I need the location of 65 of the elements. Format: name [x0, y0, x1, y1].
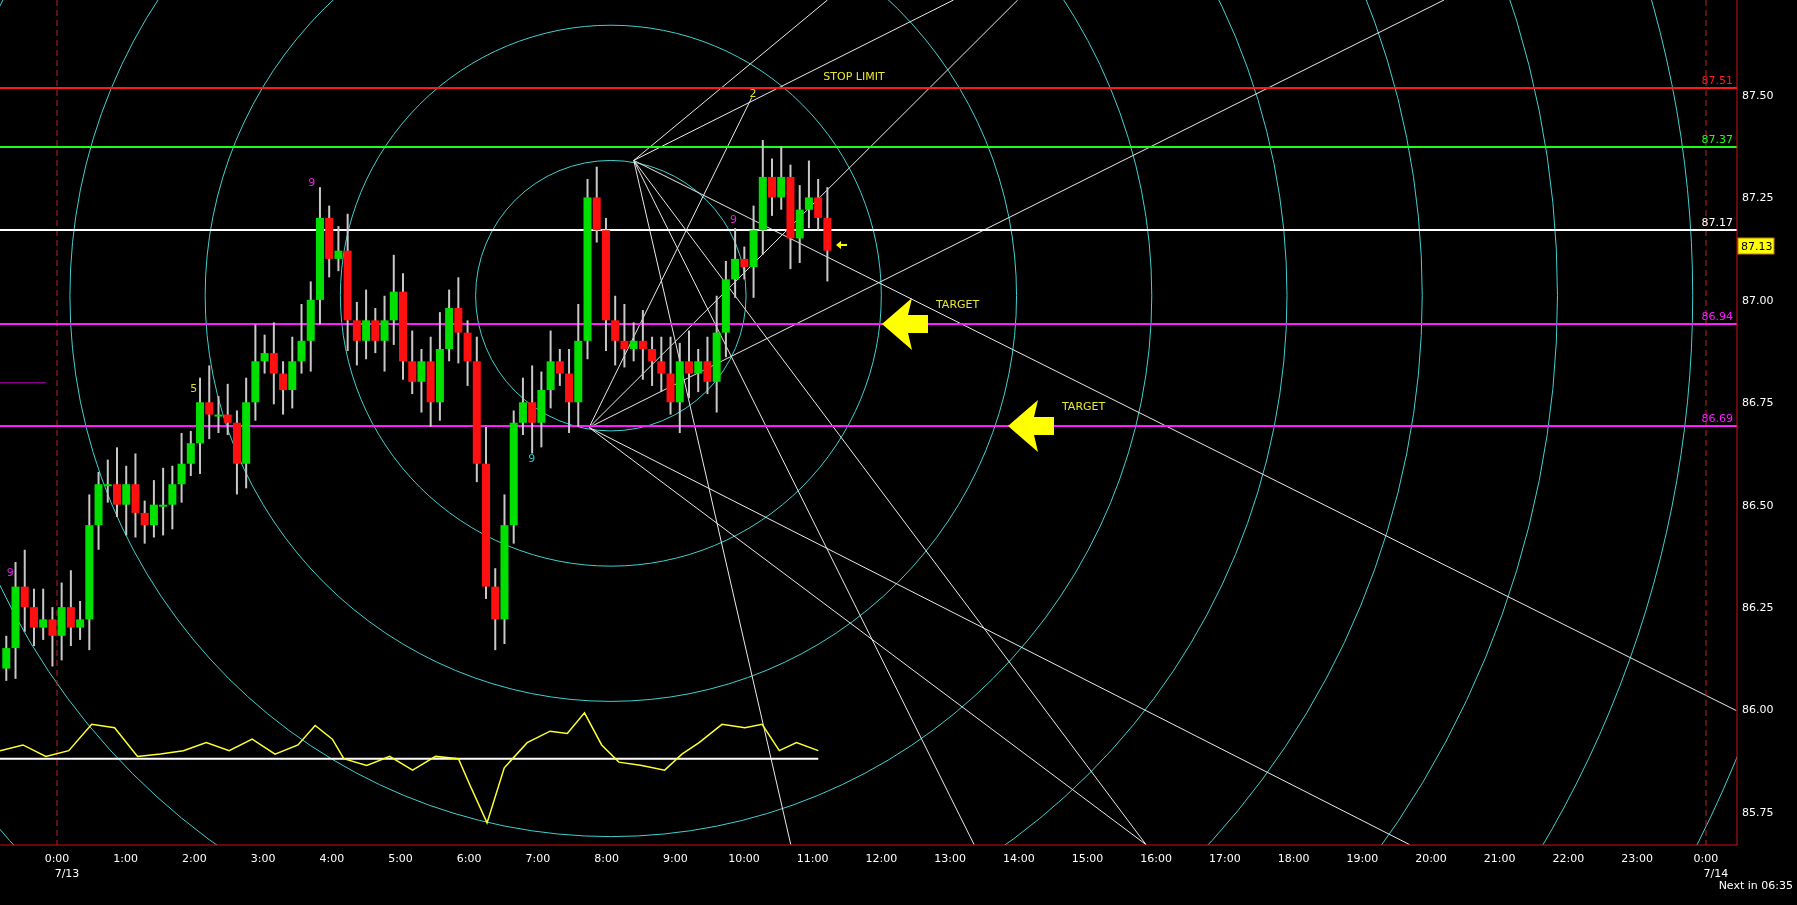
- bar-count-label: 9: [528, 451, 536, 465]
- candle: [48, 606, 57, 668]
- candle: [168, 464, 177, 531]
- annotation-label: STOP LIMIT: [823, 70, 885, 83]
- date-label: 7/14: [1703, 867, 1729, 880]
- time-axis-label: 3:00: [250, 852, 276, 865]
- level-label: 87.51: [1701, 74, 1733, 87]
- time-axis-label: 12:00: [865, 852, 898, 865]
- level-label: 87.17: [1701, 216, 1733, 229]
- bar-count-label: 9: [729, 213, 737, 227]
- time-axis-label: 19:00: [1346, 852, 1379, 865]
- time-axis-label: 0:00: [44, 852, 70, 865]
- bar-count-label: 2: [749, 87, 757, 101]
- price-axis-label: 87.50: [1742, 89, 1774, 102]
- price-axis-label: 86.25: [1742, 601, 1774, 614]
- time-axis-label: 22:00: [1552, 852, 1585, 865]
- candle: [657, 335, 666, 394]
- price-axis-label: 87.00: [1742, 293, 1774, 307]
- time-axis-label: 20:00: [1415, 852, 1447, 865]
- time-axis-label: 11:00: [796, 852, 829, 865]
- time-axis-label: 14:00: [1002, 852, 1035, 865]
- time-axis-label: 2:00: [182, 852, 207, 865]
- time-axis-label: 0:00: [1693, 852, 1719, 865]
- time-axis-label: 4:00: [319, 852, 345, 865]
- price-pointer-icon: [836, 241, 847, 249]
- date-label: 7/13: [54, 867, 80, 880]
- price-axis-label: 85.75: [1742, 805, 1774, 819]
- countdown-label: Next in 06:35: [1718, 879, 1793, 892]
- time-axis-label: 6:00: [456, 852, 482, 865]
- price-axis-label: 86.75: [1742, 396, 1774, 410]
- level-label: 86.94: [1701, 310, 1733, 323]
- bar-count-label: 5: [190, 381, 198, 395]
- time-axis-label: 16:00: [1140, 852, 1173, 865]
- level-label: 87.37: [1701, 133, 1733, 146]
- candle: [417, 348, 426, 414]
- candle: [159, 466, 168, 537]
- candle: [39, 587, 48, 641]
- annotation-label: TARGET: [936, 298, 980, 311]
- time-axis-label: 5:00: [388, 852, 413, 865]
- time-axis-label: 15:00: [1071, 852, 1104, 865]
- price-axis-label: 86.50: [1742, 498, 1774, 512]
- arrow-icon: [1008, 400, 1054, 452]
- time-axis-label: 9:00: [662, 852, 688, 865]
- time-axis-label: 10:00: [728, 852, 760, 865]
- current-price-badge: 87.13: [1737, 237, 1775, 255]
- time-axis-label: 18:00: [1277, 852, 1310, 865]
- time-axis-label: 13:00: [934, 852, 966, 865]
- price-axis-label: 86.00: [1742, 703, 1774, 717]
- candle: [149, 479, 158, 539]
- annotation-label: TARGET: [1062, 400, 1106, 413]
- candle: [648, 335, 657, 387]
- price-axis-label: 87.25: [1742, 191, 1774, 205]
- time-axis-label: 8:00: [594, 852, 619, 865]
- bar-count-label: 9: [6, 566, 14, 580]
- bar-count-label: 9: [308, 175, 316, 189]
- time-axis-label: 21:00: [1483, 852, 1516, 865]
- level-label: 86.69: [1701, 412, 1733, 425]
- time-axis-label: 7:00: [525, 852, 551, 865]
- arrow-icon: [882, 298, 928, 350]
- time-axis-label: 17:00: [1209, 852, 1241, 865]
- level-marker-line: [0, 382, 47, 384]
- candle: [29, 587, 38, 648]
- time-axis-label: 1:00: [113, 852, 139, 865]
- time-axis-label: 23:00: [1621, 852, 1653, 865]
- candle: [804, 159, 813, 230]
